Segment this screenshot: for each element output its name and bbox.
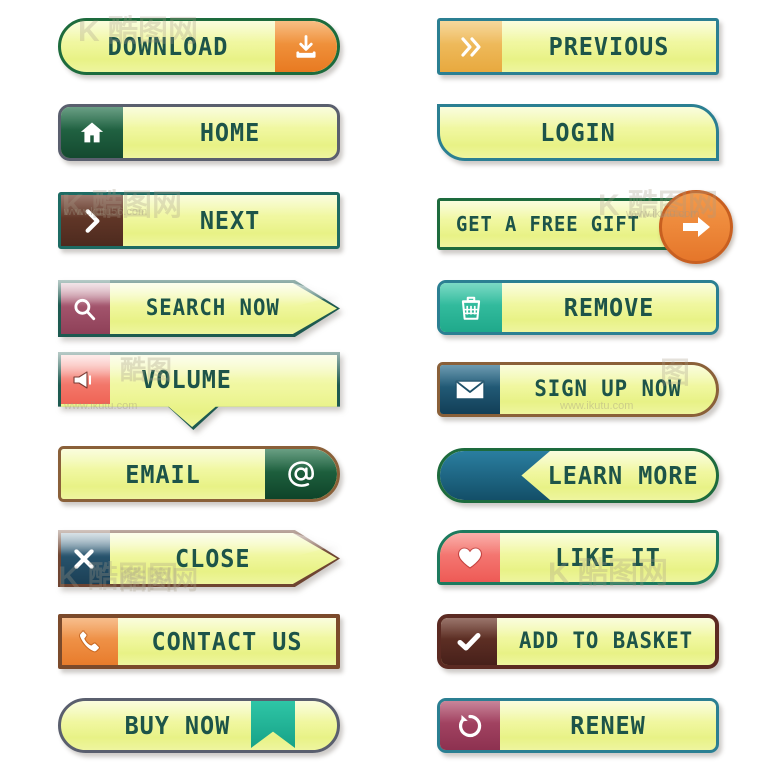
sign-up-now-button[interactable]: SIGN UP NOW bbox=[437, 362, 719, 417]
trash-icon[interactable] bbox=[440, 283, 502, 332]
refresh-icon[interactable] bbox=[440, 701, 500, 750]
login-button-label: LOGIN bbox=[540, 118, 616, 147]
previous-button[interactable]: PREVIOUS bbox=[437, 18, 719, 75]
phone-icon[interactable] bbox=[62, 618, 118, 665]
next-button-label: NEXT bbox=[199, 206, 261, 235]
add-to-basket-button[interactable]: ADD TO BASKET bbox=[437, 614, 719, 669]
remove-button[interactable]: REMOVE bbox=[437, 280, 719, 335]
next-button[interactable]: NEXT bbox=[58, 192, 340, 249]
add-to-basket-button-label: ADD TO BASKET bbox=[518, 629, 694, 654]
check-icon[interactable] bbox=[441, 618, 497, 665]
get-a-free-gift-button[interactable]: GET A FREE GIFT bbox=[437, 190, 733, 264]
download-button[interactable]: DOWNLOAD bbox=[58, 18, 340, 75]
get-a-free-gift-button-label: GET A FREE GIFT bbox=[455, 212, 640, 236]
arrow-right-circle-icon[interactable] bbox=[659, 190, 733, 264]
contact-us-button-label: CONTACT US bbox=[151, 627, 303, 656]
renew-button-label: RENEW bbox=[570, 711, 646, 740]
download-icon[interactable] bbox=[275, 21, 337, 72]
speaker-icon[interactable] bbox=[58, 352, 110, 407]
at-icon[interactable] bbox=[265, 449, 337, 499]
x-close-icon[interactable] bbox=[58, 530, 110, 587]
previous-button-label: PREVIOUS bbox=[548, 32, 670, 61]
learn-more-button[interactable]: LEARN MORE bbox=[437, 448, 719, 503]
volume-button-label: VOLUME bbox=[141, 365, 232, 394]
close-button[interactable]: CLOSE bbox=[58, 530, 340, 587]
sign-up-now-button-label: SIGN UP NOW bbox=[534, 377, 682, 402]
home-button-label: HOME bbox=[199, 118, 261, 147]
search-now-button-label: SEARCH NOW bbox=[145, 296, 280, 321]
button-set-canvas: DOWNLOAD PREVIOUS HOME LOGIN NEXT GET A … bbox=[0, 0, 777, 777]
like-it-button[interactable]: LIKE IT bbox=[437, 530, 719, 585]
download-button-label: DOWNLOAD bbox=[107, 32, 229, 61]
home-icon[interactable] bbox=[61, 107, 123, 158]
like-it-button-label: LIKE IT bbox=[555, 543, 661, 572]
renew-button[interactable]: RENEW bbox=[437, 698, 719, 753]
login-button[interactable]: LOGIN bbox=[437, 104, 719, 161]
volume-button[interactable]: VOLUME bbox=[58, 352, 340, 430]
search-now-button[interactable]: SEARCH NOW bbox=[58, 280, 340, 337]
chevron-right-icon[interactable] bbox=[61, 195, 123, 246]
close-button-label: CLOSE bbox=[175, 544, 251, 573]
search-icon[interactable] bbox=[58, 280, 110, 337]
heart-icon[interactable] bbox=[440, 533, 500, 582]
home-button[interactable]: HOME bbox=[58, 104, 340, 161]
contact-us-button[interactable]: CONTACT US bbox=[58, 614, 340, 669]
remove-button-label: REMOVE bbox=[563, 293, 655, 322]
envelope-icon[interactable] bbox=[440, 365, 500, 414]
double-chevron-right-icon[interactable] bbox=[440, 21, 502, 72]
email-button[interactable]: EMAIL bbox=[58, 446, 340, 502]
email-button-label: EMAIL bbox=[125, 459, 201, 489]
buy-now-button[interactable]: BUY NOW bbox=[58, 698, 340, 753]
